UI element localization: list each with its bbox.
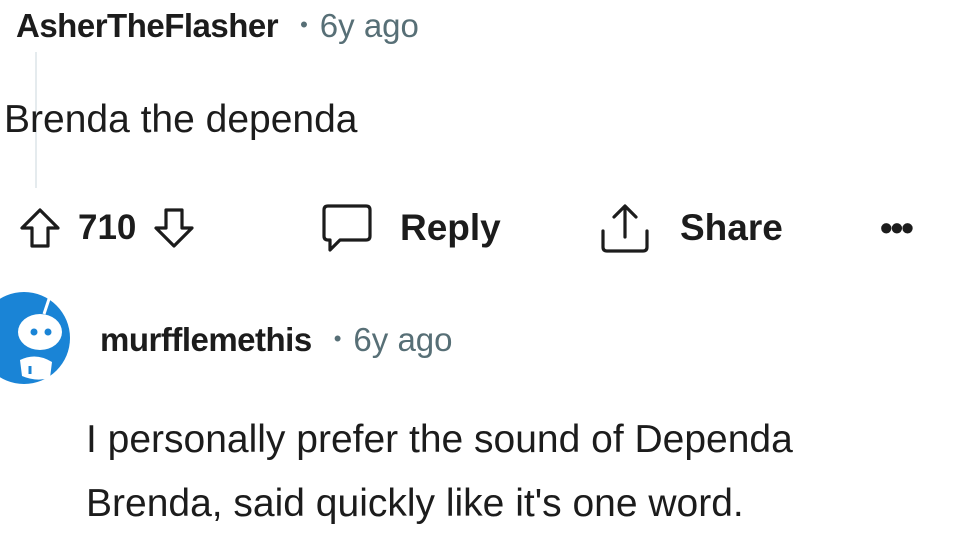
reply-label: Reply <box>400 207 501 248</box>
reply-button[interactable]: Reply <box>318 192 501 264</box>
avatar[interactable] <box>0 282 72 390</box>
comment-author[interactable]: AsherTheFlasher <box>16 7 279 45</box>
reply-comment-line-1: I personally prefer the sound of Dependa <box>86 418 793 461</box>
more-options-icon: ••• <box>880 207 914 248</box>
share-label: Share <box>680 207 783 248</box>
more-options-button[interactable]: ••• <box>880 192 914 264</box>
vote-group: 710 <box>16 192 198 264</box>
reply-comment-author[interactable]: murfflemethis <box>100 321 312 359</box>
reply-comment-header: murfflemethis • 6y ago <box>100 318 453 362</box>
share-button[interactable]: Share <box>596 192 783 264</box>
share-upload-icon <box>596 201 654 255</box>
speech-bubble-icon <box>318 202 376 254</box>
comment-action-bar: 710 Reply Share ••• <box>0 192 975 264</box>
arrow-up-outline-icon[interactable] <box>16 204 64 252</box>
reply-comment-timestamp[interactable]: 6y ago <box>353 321 452 359</box>
comment-body: Brenda the dependa <box>4 98 358 141</box>
reply-comment-body: I personally prefer the sound of Dependa… <box>86 408 975 536</box>
meta-separator: • <box>300 12 308 37</box>
arrow-down-outline-icon[interactable] <box>150 204 198 252</box>
comment-header: AsherTheFlasher • 6y ago <box>16 4 419 48</box>
comment-timestamp[interactable]: 6y ago <box>320 7 419 45</box>
meta-separator: • <box>333 326 342 351</box>
vote-count: 710 <box>78 208 137 247</box>
reply-comment-line-2: Brenda, said quickly like it's one word. <box>86 482 744 525</box>
